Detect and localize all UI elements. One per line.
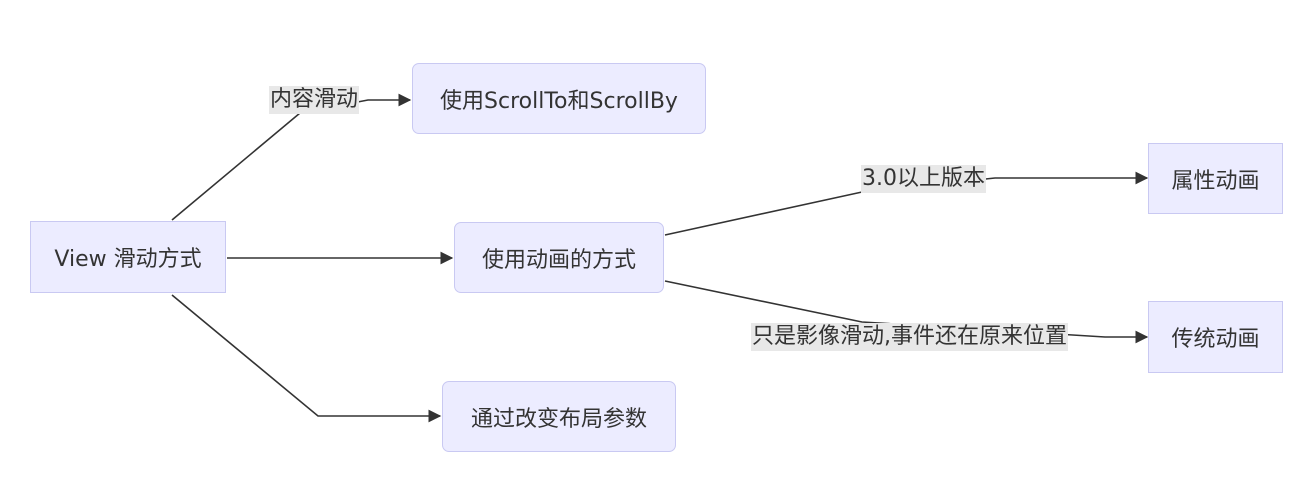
- node-trad[interactable]: 传统动画: [1148, 301, 1283, 373]
- edge-label-anim-trad: 只是影像滑动,事件还在原来位置: [751, 323, 1068, 351]
- node-layout-label: 通过改变布局参数: [470, 406, 647, 432]
- edge-root-to-scroll: [171, 93, 412, 221]
- node-prop-label: 属性动画: [1171, 168, 1260, 194]
- node-scroll-label: 使用ScrollTo和ScrollBy: [440, 88, 678, 114]
- node-scroll[interactable]: 使用ScrollTo和ScrollBy: [412, 63, 706, 134]
- edge-root-to-layout: [171, 294, 442, 423]
- node-root-label: View 滑动方式: [54, 247, 202, 272]
- node-root[interactable]: View 滑动方式: [30, 221, 226, 293]
- node-anim-label: 使用动画的方式: [481, 247, 636, 273]
- node-layout[interactable]: 通过改变布局参数: [442, 381, 676, 452]
- edge-label-anim-prop: 3.0以上版本: [861, 165, 986, 193]
- node-prop[interactable]: 属性动画: [1148, 143, 1283, 214]
- flowchart-canvas: View 滑动方式 使用ScrollTo和ScrollBy 使用动画的方式 通过…: [0, 0, 1298, 492]
- node-trad-label: 传统动画: [1171, 327, 1260, 352]
- edge-label-root-scroll: 内容滑动: [269, 86, 360, 114]
- node-anim[interactable]: 使用动画的方式: [454, 222, 664, 293]
